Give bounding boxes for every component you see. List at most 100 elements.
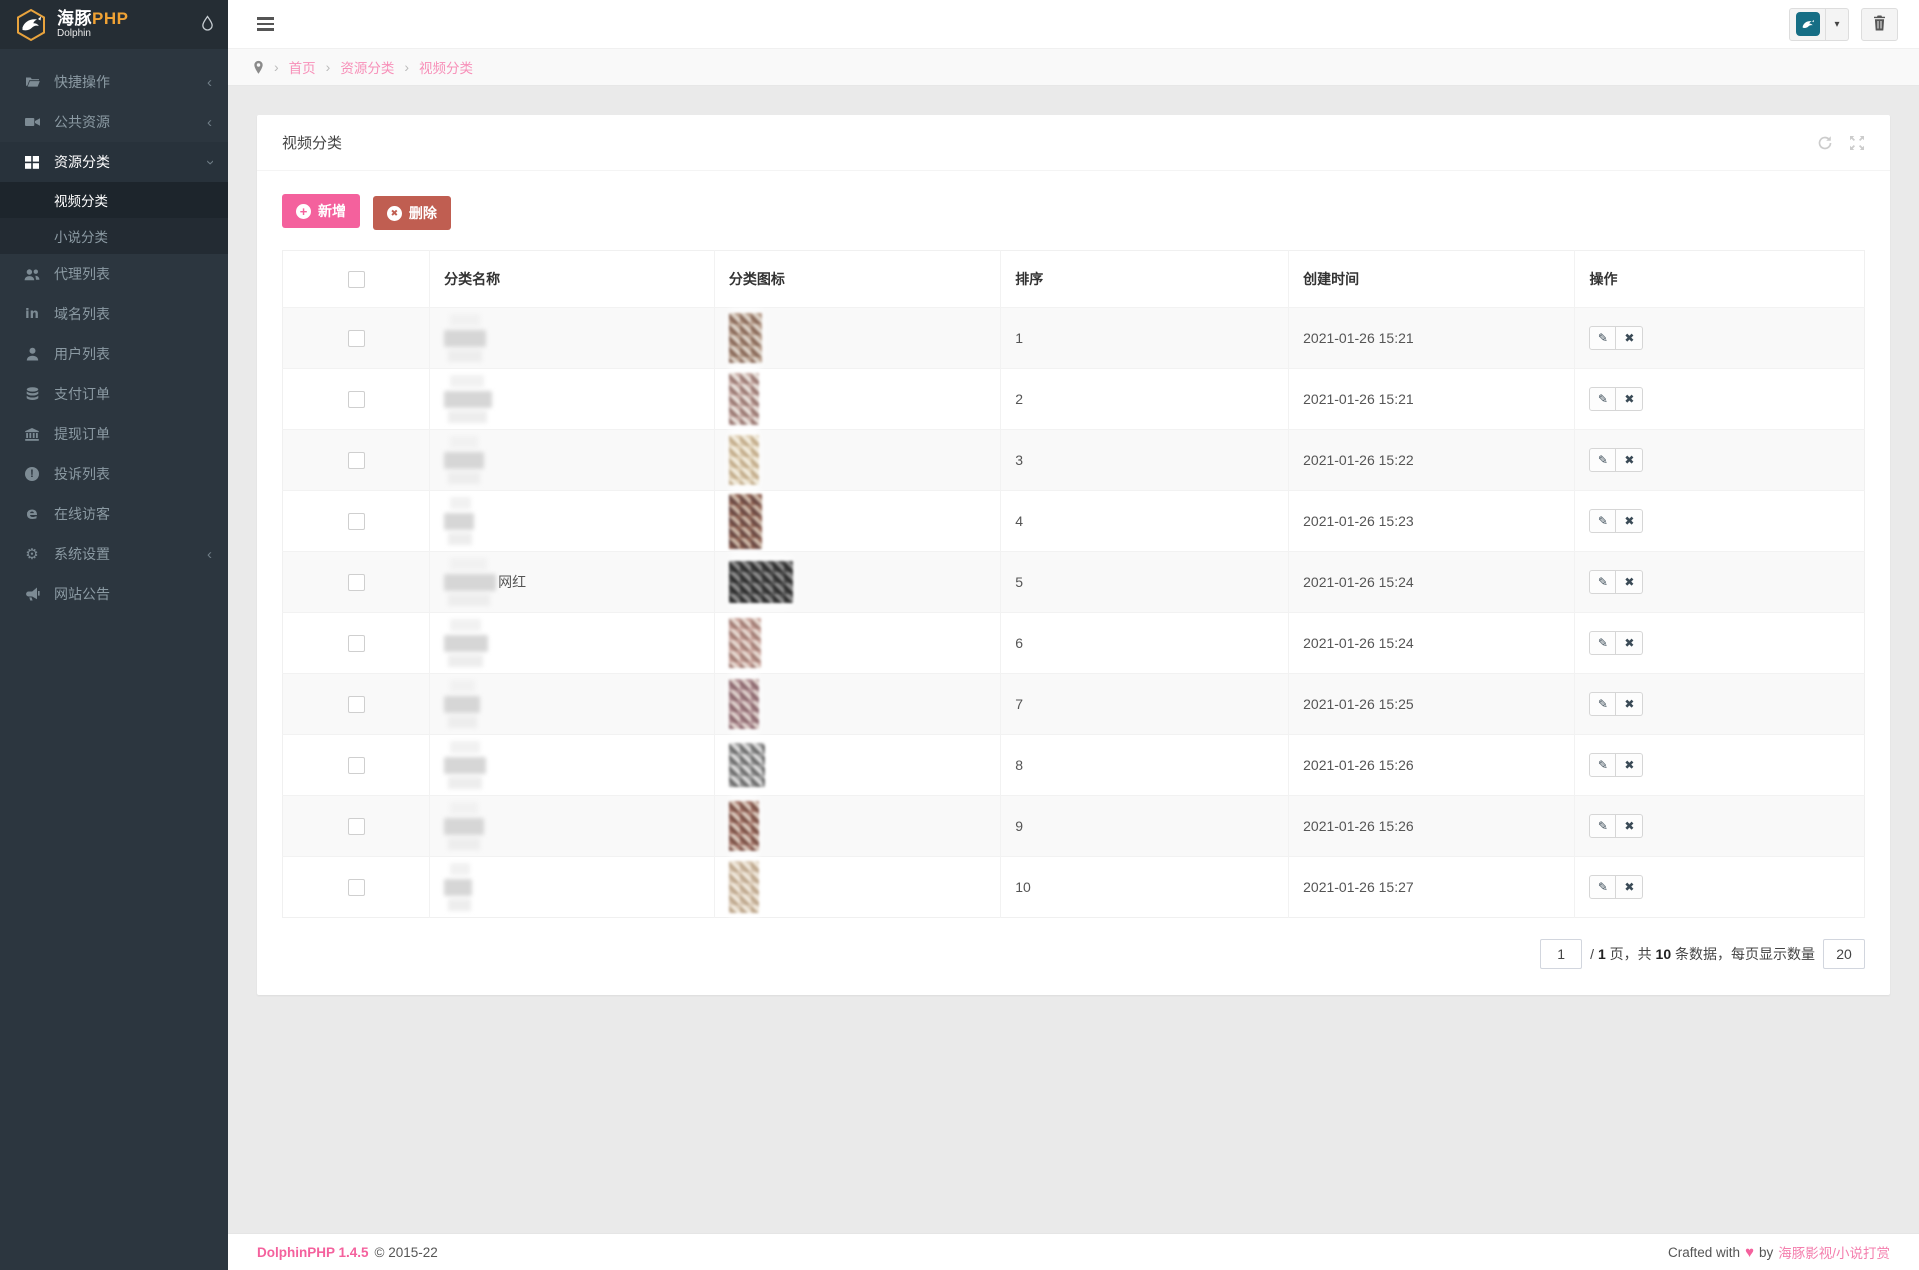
sidebar-subitem-video-categories[interactable]: 视频分类 xyxy=(0,182,228,218)
category-icon-image xyxy=(729,618,761,668)
heart-icon: ♥ xyxy=(1745,1244,1754,1261)
pencil-icon: ✎ xyxy=(1598,392,1608,406)
video-camera-icon xyxy=(22,116,42,128)
hamburger-menu-icon[interactable] xyxy=(253,11,278,37)
category-icon-image xyxy=(729,861,759,913)
breadcrumb-video-categories-link[interactable]: 视频分类 xyxy=(419,57,473,77)
pencil-icon: ✎ xyxy=(1598,514,1608,528)
pencil-icon: ✎ xyxy=(1598,575,1608,589)
table-header-row: 分类名称 分类图标 排序 创建时间 操作 xyxy=(283,251,1865,308)
edit-row-button[interactable]: ✎ xyxy=(1589,570,1616,594)
sidebar-item-agent-list[interactable]: 代理列表 xyxy=(0,254,228,294)
created-time: 2021-01-26 15:26 xyxy=(1289,735,1575,796)
table-row: 10 2021-01-26 15:27 ✎ ✖ xyxy=(283,857,1865,918)
sidebar-item-complaint-list[interactable]: ! 投诉列表 xyxy=(0,454,228,494)
users-icon xyxy=(22,268,42,281)
plus-circle-icon: + xyxy=(296,204,311,219)
delete-row-button[interactable]: ✖ xyxy=(1616,387,1643,411)
sidebar-item-withdraw-orders[interactable]: 提现订单 xyxy=(0,414,228,454)
grid-icon xyxy=(22,156,42,169)
footer-copyright: © 2015-22 xyxy=(375,1245,438,1260)
sidebar-item-payment-orders[interactable]: 支付订单 xyxy=(0,374,228,414)
pencil-icon: ✎ xyxy=(1598,453,1608,467)
column-header-actions: 操作 xyxy=(1575,251,1865,308)
created-time: 2021-01-26 15:23 xyxy=(1289,491,1575,552)
bank-icon xyxy=(22,428,42,441)
delete-row-button[interactable]: ✖ xyxy=(1616,631,1643,655)
sidebar: 海豚PHP Dolphin 快捷操作 ‹ 公共资源 ‹ 资源分类 ‹ xyxy=(0,0,228,1270)
category-name-text: 网红 xyxy=(498,572,526,592)
edit-row-button[interactable]: ✎ xyxy=(1589,509,1616,533)
category-icon-image xyxy=(729,373,759,425)
bullhorn-icon xyxy=(22,587,42,601)
row-checkbox[interactable] xyxy=(348,513,365,530)
chevron-left-icon: ‹ xyxy=(207,547,212,562)
select-all-checkbox[interactable] xyxy=(348,271,365,288)
delete-row-button[interactable]: ✖ xyxy=(1616,875,1643,899)
delete-row-button[interactable]: ✖ xyxy=(1616,814,1643,838)
clear-cache-button[interactable] xyxy=(1861,8,1898,41)
delete-row-button[interactable]: ✖ xyxy=(1616,326,1643,350)
row-checkbox[interactable] xyxy=(348,574,365,591)
delete-row-button[interactable]: ✖ xyxy=(1616,448,1643,472)
total-records: 10 xyxy=(1656,946,1672,962)
sidebar-item-public-resources[interactable]: 公共资源 ‹ xyxy=(0,102,228,142)
page-size-input[interactable] xyxy=(1823,939,1865,969)
censored-category-name xyxy=(444,391,492,408)
breadcrumb-home-link[interactable]: 首页 xyxy=(289,57,316,77)
x-icon: ✖ xyxy=(1624,758,1634,772)
expand-icon[interactable] xyxy=(1849,135,1865,151)
created-time: 2021-01-26 15:21 xyxy=(1289,308,1575,369)
row-checkbox[interactable] xyxy=(348,757,365,774)
add-button[interactable]: + 新增 xyxy=(282,194,360,228)
sidebar-item-online-visitors[interactable]: e 在线访客 xyxy=(0,494,228,534)
x-icon: ✖ xyxy=(1624,636,1634,650)
user-menu: ▾ xyxy=(1789,8,1849,41)
delete-row-button[interactable]: ✖ xyxy=(1616,692,1643,716)
sidebar-subitem-novel-categories[interactable]: 小说分类 xyxy=(0,218,228,254)
edit-row-button[interactable]: ✎ xyxy=(1589,875,1616,899)
breadcrumb-separator: › xyxy=(326,59,331,75)
sidebar-item-system-settings[interactable]: ⚙ 系统设置 ‹ xyxy=(0,534,228,574)
sidebar-item-site-announcement[interactable]: 网站公告 xyxy=(0,574,228,614)
delete-row-button[interactable]: ✖ xyxy=(1616,570,1643,594)
sidebar-item-quick-actions[interactable]: 快捷操作 ‹ xyxy=(0,62,228,102)
censored-category-name xyxy=(444,330,486,347)
sidebar-item-resource-categories[interactable]: 资源分类 ‹ xyxy=(0,142,228,182)
row-checkbox[interactable] xyxy=(348,391,365,408)
created-time: 2021-01-26 15:25 xyxy=(1289,674,1575,735)
footer-site-link[interactable]: 海豚影视/小说打赏 xyxy=(1778,1242,1890,1262)
sidebar-item-user-list[interactable]: 用户列表 xyxy=(0,334,228,374)
row-checkbox[interactable] xyxy=(348,818,365,835)
row-checkbox[interactable] xyxy=(348,330,365,347)
logo[interactable]: 海豚PHP Dolphin xyxy=(0,0,228,49)
refresh-icon[interactable] xyxy=(1817,135,1833,151)
row-checkbox[interactable] xyxy=(348,635,365,652)
breadcrumb-resource-categories-link[interactable]: 资源分类 xyxy=(340,57,394,77)
censored-category-name xyxy=(444,757,486,774)
linkedin-icon: in xyxy=(22,307,42,322)
row-checkbox[interactable] xyxy=(348,696,365,713)
edit-row-button[interactable]: ✎ xyxy=(1589,387,1616,411)
user-menu-caret-button[interactable]: ▾ xyxy=(1826,8,1849,41)
delete-row-button[interactable]: ✖ xyxy=(1616,509,1643,533)
table-row: 4 2021-01-26 15:23 ✎ ✖ xyxy=(283,491,1865,552)
row-checkbox[interactable] xyxy=(348,879,365,896)
edit-row-button[interactable]: ✎ xyxy=(1589,753,1616,777)
row-checkbox[interactable] xyxy=(348,452,365,469)
table-row: 9 2021-01-26 15:26 ✎ ✖ xyxy=(283,796,1865,857)
page-number-input[interactable] xyxy=(1540,939,1582,969)
x-icon: ✖ xyxy=(1624,392,1634,406)
exclamation-circle-icon: ! xyxy=(22,467,42,481)
user-avatar-button[interactable] xyxy=(1789,8,1826,41)
edit-row-button[interactable]: ✎ xyxy=(1589,631,1616,655)
pencil-icon: ✎ xyxy=(1598,819,1608,833)
edit-row-button[interactable]: ✎ xyxy=(1589,814,1616,838)
edit-row-button[interactable]: ✎ xyxy=(1589,448,1616,472)
delete-row-button[interactable]: ✖ xyxy=(1616,753,1643,777)
sidebar-item-domain-list[interactable]: in 域名列表 xyxy=(0,294,228,334)
edit-row-button[interactable]: ✎ xyxy=(1589,692,1616,716)
delete-button[interactable]: ✖ 删除 xyxy=(373,196,451,230)
created-time: 2021-01-26 15:22 xyxy=(1289,430,1575,491)
edit-row-button[interactable]: ✎ xyxy=(1589,326,1616,350)
